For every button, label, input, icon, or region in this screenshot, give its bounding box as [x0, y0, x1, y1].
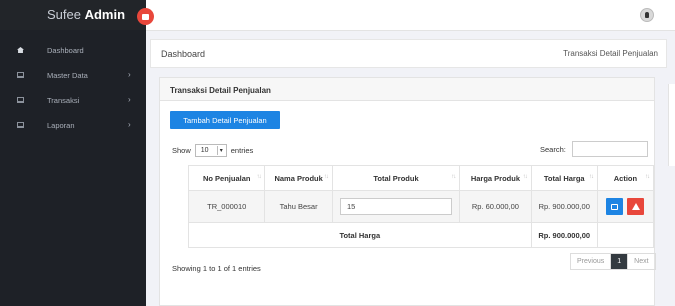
table-header-row: No Penjualan ↑↓ Nama Produk ↑↓ Total Produ…: [187, 165, 655, 191]
column-header-label: Action: [613, 173, 638, 183]
sidebar: Sufee Admin Dashboard Master Data › Tran…: [0, 0, 146, 306]
entries-select-value: 10: [200, 147, 209, 154]
table-info: Showing 1 to 1 of 1 entries: [172, 264, 261, 273]
column-header[interactable]: Total Produk ↑↓: [331, 165, 461, 191]
scrollbar[interactable]: [668, 84, 675, 166]
total-harga-value: Rp. 900.000,00: [530, 222, 598, 248]
cell-total-produk: 15: [331, 190, 461, 223]
user-avatar-icon[interactable]: [640, 8, 654, 22]
action-group: [606, 198, 645, 215]
main-content: Transaksi Detail Penjualan Tambah Detail…: [146, 74, 675, 306]
cell-nama-produk: Tahu Besar: [264, 190, 333, 223]
column-header[interactable]: Nama Produk ↑↓: [264, 165, 333, 191]
cell-total-harga: Rp. 900.000,00: [530, 190, 598, 223]
column-header[interactable]: Harga Produk ↑↓: [459, 165, 532, 191]
card-header: Transaksi Detail Penjualan: [160, 78, 654, 101]
column-header[interactable]: Total Harga ↑↓: [530, 165, 598, 191]
entries-label: entries: [230, 146, 254, 155]
entries-select[interactable]: 10 ▾: [194, 144, 227, 157]
sort-icon: ↑↓: [256, 174, 261, 180]
monitor-icon: [17, 72, 24, 78]
brand-logo[interactable]: Sufee Admin: [47, 7, 125, 22]
brand-text-light: Sufee: [47, 7, 85, 22]
search-control: Search:: [540, 141, 648, 157]
cell-no-penjualan: TR_000010: [187, 190, 266, 223]
sidebar-item-label: Dashboard: [47, 46, 84, 55]
page-1-button[interactable]: 1: [611, 254, 629, 269]
detail-card: Transaksi Detail Penjualan Tambah Detail…: [159, 77, 656, 306]
column-header-label: No Penjualan: [202, 173, 251, 183]
monitor-icon: [17, 97, 24, 103]
next-button[interactable]: Next: [628, 254, 654, 269]
empty-cell: [596, 222, 655, 248]
menu-icon: [142, 13, 149, 20]
search-input[interactable]: [571, 141, 648, 157]
warning-icon: [631, 203, 640, 210]
chevron-down-icon: ▾: [216, 146, 225, 155]
delete-button[interactable]: [627, 198, 645, 215]
table-footer-row: Total Harga Rp. 900.000,00: [188, 222, 655, 248]
total-harga-label: Total Harga: [188, 222, 532, 248]
detail-table: No Penjualan ↑↓ Nama Produk ↑↓ Total Produ…: [187, 165, 655, 248]
top-bar: [146, 0, 675, 31]
chevron-right-icon: ›: [128, 120, 131, 129]
monitor-icon: [17, 122, 24, 128]
sidebar-nav: Dashboard Master Data › Transaksi › Lapo…: [0, 38, 146, 138]
column-header-label: Total Produk: [373, 173, 419, 183]
chevron-right-icon: ›: [128, 95, 131, 104]
sort-icon: ↑↓: [323, 174, 329, 180]
column-header-label: Nama Produk: [274, 173, 323, 183]
sort-icon: ↑↓: [645, 174, 650, 180]
pagination: Previous 1 Next: [570, 253, 656, 270]
sidebar-item-label: Transaksi: [47, 96, 80, 105]
sort-icon: ↑↓: [451, 174, 456, 180]
breadcrumb-current: Transaksi Detail Penjualan: [563, 49, 658, 58]
sidebar-item-label: Master Data: [47, 71, 88, 80]
card-title: Transaksi Detail Penjualan: [170, 86, 271, 95]
sidebar-item-transaksi[interactable]: Transaksi ›: [0, 88, 146, 113]
previous-button[interactable]: Previous: [571, 254, 612, 269]
column-header-label: Harga Produk: [470, 173, 520, 183]
cell-action: [596, 190, 655, 223]
menu-toggle-button[interactable]: [137, 8, 154, 25]
brand-text-bold: Admin: [84, 7, 126, 22]
page-title: Dashboard: [161, 49, 206, 59]
brand-bar: Sufee Admin: [0, 0, 146, 30]
sort-icon: ↑↓: [588, 174, 594, 180]
sidebar-item-laporan[interactable]: Laporan ›: [0, 113, 146, 138]
breadcrumb: Dashboard Transaksi Detail Penjualan: [150, 39, 667, 68]
column-header[interactable]: Action ↑↓: [596, 165, 655, 191]
length-control: Show 10 ▾ entries: [172, 144, 253, 157]
sidebar-item-master-data[interactable]: Master Data ›: [0, 63, 146, 88]
breadcrumb-bar: Dashboard Transaksi Detail Penjualan: [146, 31, 675, 74]
quantity-input[interactable]: 15: [339, 198, 452, 215]
column-header-label: Total Harga: [543, 173, 585, 183]
column-header[interactable]: No Penjualan ↑↓: [187, 165, 266, 191]
edit-button[interactable]: [606, 198, 624, 215]
home-icon: [17, 47, 24, 53]
show-label: Show: [172, 146, 191, 155]
sidebar-item-dashboard[interactable]: Dashboard: [0, 38, 146, 63]
add-detail-button[interactable]: Tambah Detail Penjualan: [170, 111, 280, 129]
search-label: Search:: [540, 144, 566, 154]
cell-harga-produk: Rp. 60.000,00: [459, 190, 532, 223]
edit-icon: [611, 203, 619, 210]
chevron-right-icon: ›: [128, 70, 131, 79]
sort-icon: ↑↓: [522, 174, 528, 180]
table-row: TR_000010 Tahu Besar 15 Rp. 60.000,00 Rp…: [187, 190, 655, 223]
sidebar-item-label: Laporan: [47, 121, 75, 130]
